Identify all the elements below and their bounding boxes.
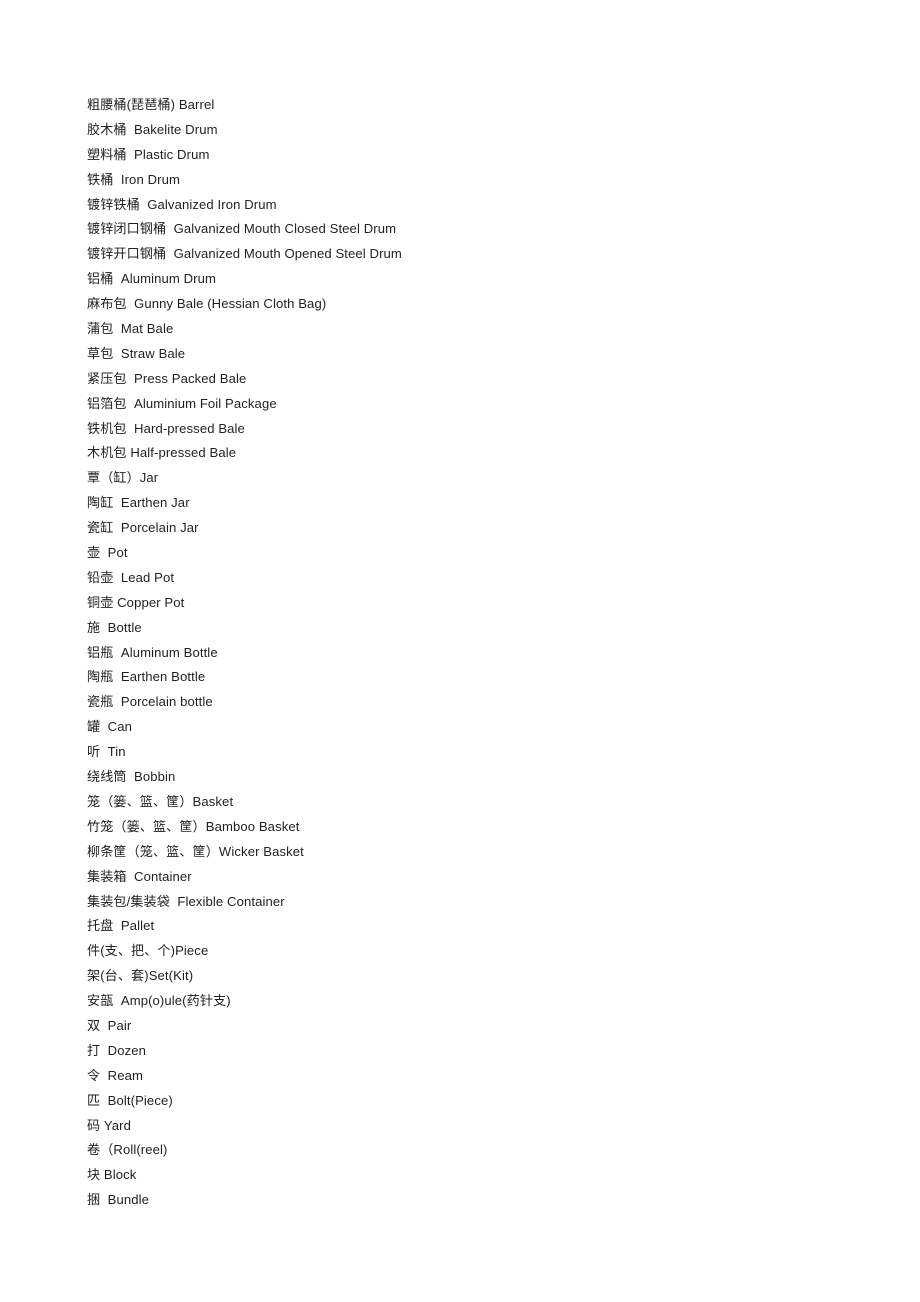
glossary-entry: 铝瓶 Aluminum Bottle xyxy=(87,644,218,660)
document-page: 粗腰桶(琵琶桶) Barrel 胶木桶 Bakelite Drum 塑料桶 Plas… xyxy=(0,0,920,1302)
glossary-entry: 镀锌开口钢桶 Galvanized Mouth Opened Steel Dru… xyxy=(87,246,402,262)
glossary-entry: 匹 Bolt(Piece) xyxy=(87,1092,173,1108)
glossary-entry: 令 Ream xyxy=(87,1067,143,1083)
glossary-entry: 块 Block xyxy=(87,1167,137,1183)
glossary-entry: 绕线筒 Bobbin xyxy=(87,769,176,785)
glossary-entry: 打 Dozen xyxy=(87,1042,147,1058)
glossary-entry: 草包 Straw Bale xyxy=(87,345,186,361)
glossary-entry: 陶缸 Earthen Jar xyxy=(87,495,190,511)
glossary-entry: 木机包 Half-pressed Bale xyxy=(87,445,237,461)
glossary-entry: 铜壶 Copper Pot xyxy=(87,594,185,610)
glossary-entry: 件(支、把、个)Piece xyxy=(87,943,209,959)
glossary-entry: 码 Yard xyxy=(87,1117,132,1133)
glossary-entry: 铝箔包 Aluminium Foil Package xyxy=(87,395,277,411)
glossary-entry: 集装包/集装袋 Flexible Container xyxy=(87,893,285,909)
glossary-entry: 镀锌闭口钢桶 Galvanized Mouth Closed Steel Dru… xyxy=(87,221,397,237)
glossary-entry: 安瓿 Amp(o)ule(药针支) xyxy=(87,993,231,1009)
glossary-entry: 塑料桶 Plastic Drum xyxy=(87,146,210,162)
glossary-entry: 瓷瓶 Porcelain bottle xyxy=(87,694,213,710)
glossary-entry: 麻布包 Gunny Bale (Hessian Cloth Bag) xyxy=(87,296,327,312)
glossary-entry: 陶瓶 Earthen Bottle xyxy=(87,669,206,685)
glossary-entry: 铅壶 Lead Pot xyxy=(87,569,175,585)
glossary-entry: 蒲包 Mat Bale xyxy=(87,321,174,337)
glossary-entry: 紧压包 Press Packed Bale xyxy=(87,370,247,386)
glossary-entry: 集装箱 Container xyxy=(87,868,192,884)
glossary-entry: 壶 Pot xyxy=(87,545,128,561)
glossary-entry: 竹笼（篓、篮、筐）Bamboo Basket xyxy=(87,818,300,834)
glossary-entry: 镀锌铁桶 Galvanized Iron Drum xyxy=(87,196,277,212)
glossary-entry: 架(台、套)Set(Kit) xyxy=(87,968,194,984)
glossary-entry: 覃（缸）Jar xyxy=(87,470,159,486)
glossary-entry: 施 Bottle xyxy=(87,619,142,635)
glossary-entry: 胶木桶 Bakelite Drum xyxy=(87,121,218,137)
glossary-entry: 铁机包 Hard-pressed Bale xyxy=(87,420,245,436)
glossary-entry: 双 Pair xyxy=(87,1017,132,1033)
glossary-entry: 罐 Can xyxy=(87,719,132,735)
glossary-list: 粗腰桶(琵琶桶) Barrel 胶木桶 Bakelite Drum 塑料桶 Plas… xyxy=(87,93,867,1213)
glossary-entry: 捆 Bundle xyxy=(87,1192,150,1208)
glossary-entry: 笼（篓、篮、筐）Basket xyxy=(87,793,234,809)
glossary-entry: 铁桶 Iron Drum xyxy=(87,171,180,187)
glossary-entry: 瓷缸 Porcelain Jar xyxy=(87,520,199,536)
glossary-entry: 粗腰桶(琵琶桶) Barrel xyxy=(87,97,215,112)
glossary-entry: 铝桶 Aluminum Drum xyxy=(87,271,217,287)
glossary-entry: 听 Tin xyxy=(87,744,126,760)
glossary-entry: 托盘 Pallet xyxy=(87,918,155,934)
glossary-entry: 柳条筐（笼、篮、筐）Wicker Basket xyxy=(87,843,304,859)
glossary-entry: 卷（Roll(reel) xyxy=(87,1142,168,1158)
